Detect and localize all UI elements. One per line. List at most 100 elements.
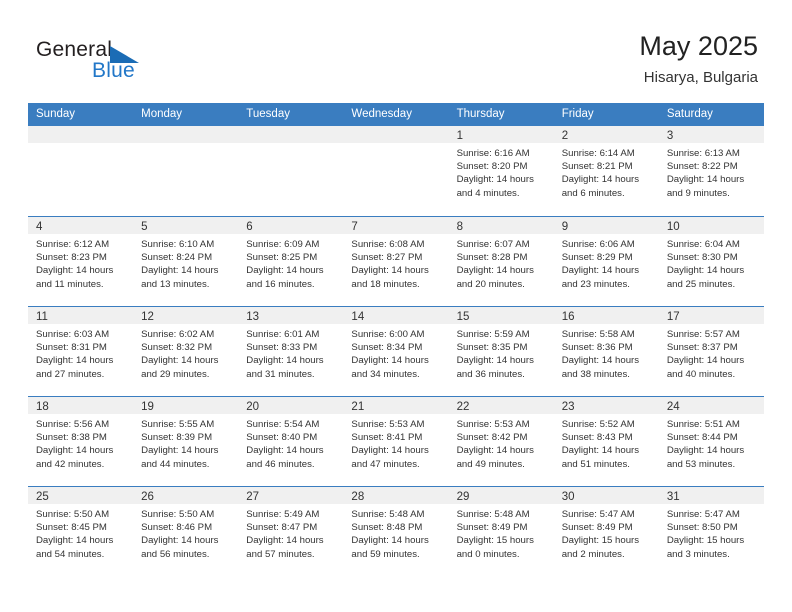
daylight-text-line2: and 53 minutes. bbox=[666, 458, 736, 470]
day-number-band: 7 bbox=[343, 217, 449, 234]
day-number: 9 bbox=[561, 221, 569, 233]
day-info: Sunrise: 6:06 AM Sunset: 8:29 PM Dayligh… bbox=[554, 234, 659, 291]
daylight-text-line2: and 2 minutes. bbox=[561, 548, 625, 560]
day-number-band bbox=[133, 126, 239, 143]
sunrise-text: Sunrise: 5:48 AM bbox=[351, 509, 425, 520]
day-cell[interactable]: 30 Sunrise: 5:47 AM Sunset: 8:49 PM Dayl… bbox=[553, 487, 659, 576]
daylight-text-line1: Daylight: 14 hours bbox=[666, 174, 745, 186]
page-header: General Blue May 2025 Hisarya, Bulgaria bbox=[0, 0, 792, 103]
day-cell[interactable]: 11 Sunrise: 6:03 AM Sunset: 8:31 PM Dayl… bbox=[28, 307, 134, 396]
daylight-text-line1: Daylight: 14 hours bbox=[36, 265, 114, 277]
sunrise-text: Sunrise: 6:07 AM bbox=[456, 239, 530, 250]
daylight-text-line1: Daylight: 14 hours bbox=[456, 445, 534, 457]
day-cell[interactable] bbox=[238, 126, 344, 216]
day-info bbox=[343, 143, 448, 147]
day-cell[interactable]: 10 Sunrise: 6:04 AM Sunset: 8:30 PM Dayl… bbox=[658, 217, 764, 306]
sunrise-text: Sunrise: 6:13 AM bbox=[666, 148, 740, 159]
day-number-band: 14 bbox=[343, 307, 449, 324]
day-number: 20 bbox=[246, 401, 260, 413]
sunset-text: Sunset: 8:48 PM bbox=[351, 522, 423, 534]
daylight-text-line2: and 9 minutes. bbox=[666, 187, 730, 199]
day-cell[interactable] bbox=[133, 126, 239, 216]
sunrise-text: Sunrise: 5:48 AM bbox=[456, 509, 530, 520]
page-title: May 2025 bbox=[639, 31, 758, 61]
daylight-text-line2: and 18 minutes. bbox=[351, 278, 420, 290]
day-info: Sunrise: 5:48 AM Sunset: 8:49 PM Dayligh… bbox=[449, 504, 554, 561]
day-cell[interactable]: 6 Sunrise: 6:09 AM Sunset: 8:25 PM Dayli… bbox=[238, 217, 344, 306]
sunrise-text: Sunrise: 5:51 AM bbox=[666, 419, 740, 430]
day-cell[interactable]: 31 Sunrise: 5:47 AM Sunset: 8:50 PM Dayl… bbox=[658, 487, 764, 576]
day-info: Sunrise: 5:49 AM Sunset: 8:47 PM Dayligh… bbox=[238, 504, 343, 561]
day-cell[interactable]: 17 Sunrise: 5:57 AM Sunset: 8:37 PM Dayl… bbox=[658, 307, 764, 396]
day-info bbox=[28, 143, 133, 147]
day-number: 21 bbox=[351, 401, 365, 413]
day-number: 19 bbox=[141, 401, 154, 413]
sunset-text: Sunset: 8:32 PM bbox=[141, 342, 213, 354]
day-info: Sunrise: 5:58 AM Sunset: 8:36 PM Dayligh… bbox=[554, 324, 659, 381]
day-cell[interactable]: 15 Sunrise: 5:59 AM Sunset: 8:35 PM Dayl… bbox=[448, 307, 554, 396]
sunset-text: Sunset: 8:27 PM bbox=[351, 252, 423, 264]
day-info: Sunrise: 6:16 AM Sunset: 8:20 PM Dayligh… bbox=[449, 143, 554, 200]
day-cell[interactable]: 9 Sunrise: 6:06 AM Sunset: 8:29 PM Dayli… bbox=[553, 217, 659, 306]
day-cell[interactable]: 8 Sunrise: 6:07 AM Sunset: 8:28 PM Dayli… bbox=[448, 217, 554, 306]
day-cell[interactable]: 28 Sunrise: 5:48 AM Sunset: 8:48 PM Dayl… bbox=[343, 487, 449, 576]
day-cell[interactable]: 14 Sunrise: 6:00 AM Sunset: 8:34 PM Dayl… bbox=[343, 307, 449, 396]
day-number-band bbox=[238, 126, 344, 143]
day-info: Sunrise: 6:04 AM Sunset: 8:30 PM Dayligh… bbox=[659, 234, 764, 291]
day-cell[interactable]: 29 Sunrise: 5:48 AM Sunset: 8:49 PM Dayl… bbox=[448, 487, 554, 576]
sunrise-text: Sunrise: 5:53 AM bbox=[456, 419, 530, 430]
day-cell[interactable]: 22 Sunrise: 5:53 AM Sunset: 8:42 PM Dayl… bbox=[448, 397, 554, 486]
daylight-text-line1: Daylight: 14 hours bbox=[561, 265, 640, 277]
day-cell[interactable]: 27 Sunrise: 5:49 AM Sunset: 8:47 PM Dayl… bbox=[238, 487, 344, 576]
daylight-text-line1: Daylight: 14 hours bbox=[666, 265, 745, 277]
day-cell[interactable]: 12 Sunrise: 6:02 AM Sunset: 8:32 PM Dayl… bbox=[133, 307, 239, 396]
day-info: Sunrise: 5:59 AM Sunset: 8:35 PM Dayligh… bbox=[449, 324, 554, 381]
day-cell[interactable]: 4 Sunrise: 6:12 AM Sunset: 8:23 PM Dayli… bbox=[28, 217, 134, 306]
sunset-text: Sunset: 8:24 PM bbox=[141, 252, 213, 264]
day-number-band: 15 bbox=[448, 307, 554, 324]
daylight-text-line1: Daylight: 14 hours bbox=[561, 174, 640, 186]
daylight-text-line2: and 23 minutes. bbox=[561, 278, 630, 290]
day-cell[interactable]: 18 Sunrise: 5:56 AM Sunset: 8:38 PM Dayl… bbox=[28, 397, 134, 486]
day-cell[interactable]: 1 Sunrise: 6:16 AM Sunset: 8:20 PM Dayli… bbox=[448, 126, 554, 216]
sunset-text: Sunset: 8:38 PM bbox=[36, 432, 107, 444]
day-cell[interactable]: 2 Sunrise: 6:14 AM Sunset: 8:21 PM Dayli… bbox=[553, 126, 659, 216]
day-number: 30 bbox=[561, 491, 575, 503]
day-cell[interactable]: 19 Sunrise: 5:55 AM Sunset: 8:39 PM Dayl… bbox=[133, 397, 239, 486]
daylight-text-line1: Daylight: 14 hours bbox=[246, 355, 324, 367]
day-info: Sunrise: 5:53 AM Sunset: 8:42 PM Dayligh… bbox=[449, 414, 554, 471]
day-cell[interactable]: 3 Sunrise: 6:13 AM Sunset: 8:22 PM Dayli… bbox=[658, 126, 764, 216]
daylight-text-line2: and 16 minutes. bbox=[246, 278, 315, 290]
day-cell[interactable]: 20 Sunrise: 5:54 AM Sunset: 8:40 PM Dayl… bbox=[238, 397, 344, 486]
sunrise-text: Sunrise: 6:03 AM bbox=[36, 329, 110, 340]
sunrise-text: Sunrise: 6:01 AM bbox=[246, 329, 320, 340]
daylight-text-line1: Daylight: 15 hours bbox=[666, 535, 745, 547]
day-cell[interactable]: 23 Sunrise: 5:52 AM Sunset: 8:43 PM Dayl… bbox=[553, 397, 659, 486]
daylight-text-line1: Daylight: 14 hours bbox=[36, 355, 114, 367]
day-cell[interactable]: 13 Sunrise: 6:01 AM Sunset: 8:33 PM Dayl… bbox=[238, 307, 344, 396]
day-cell[interactable] bbox=[343, 126, 449, 216]
sunrise-text: Sunrise: 6:14 AM bbox=[561, 148, 635, 159]
day-cell[interactable]: 24 Sunrise: 5:51 AM Sunset: 8:44 PM Dayl… bbox=[658, 397, 764, 486]
day-cell[interactable]: 7 Sunrise: 6:08 AM Sunset: 8:27 PM Dayli… bbox=[343, 217, 449, 306]
day-number: 6 bbox=[246, 221, 253, 233]
daylight-text-line2: and 46 minutes. bbox=[246, 458, 315, 470]
sunset-text: Sunset: 8:39 PM bbox=[141, 432, 213, 444]
sunrise-text: Sunrise: 6:10 AM bbox=[141, 239, 215, 250]
daylight-text-line2: and 31 minutes. bbox=[246, 368, 315, 380]
day-cell[interactable] bbox=[28, 126, 134, 216]
sunrise-text: Sunrise: 5:54 AM bbox=[246, 419, 320, 430]
day-number: 23 bbox=[561, 401, 575, 413]
day-number-band: 30 bbox=[553, 487, 659, 504]
day-number-band: 17 bbox=[658, 307, 764, 324]
day-cell[interactable]: 25 Sunrise: 5:50 AM Sunset: 8:45 PM Dayl… bbox=[28, 487, 134, 576]
day-cell[interactable]: 26 Sunrise: 5:50 AM Sunset: 8:46 PM Dayl… bbox=[133, 487, 239, 576]
daylight-text-line1: Daylight: 14 hours bbox=[666, 445, 745, 457]
day-cell[interactable]: 16 Sunrise: 5:58 AM Sunset: 8:36 PM Dayl… bbox=[553, 307, 659, 396]
sunset-text: Sunset: 8:42 PM bbox=[456, 432, 528, 444]
daylight-text-line2: and 4 minutes. bbox=[456, 187, 520, 199]
daylight-text-line2: and 13 minutes. bbox=[141, 278, 210, 290]
brand-logo[interactable]: General Blue bbox=[36, 38, 216, 88]
day-cell[interactable]: 5 Sunrise: 6:10 AM Sunset: 8:24 PM Dayli… bbox=[133, 217, 239, 306]
day-cell[interactable]: 21 Sunrise: 5:53 AM Sunset: 8:41 PM Dayl… bbox=[343, 397, 449, 486]
